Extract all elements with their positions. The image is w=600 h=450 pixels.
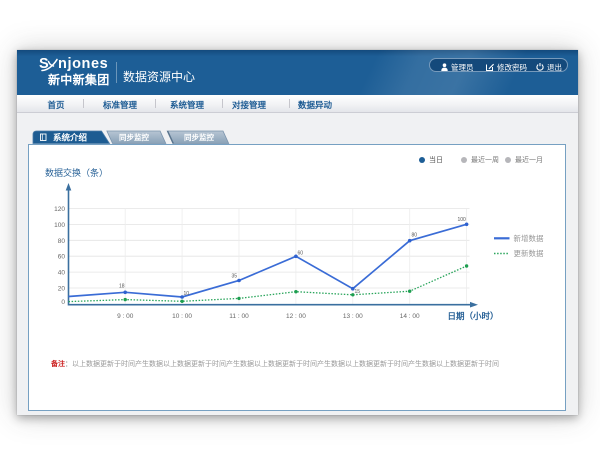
svg-text:更新数据: 更新数据 (514, 248, 544, 258)
svg-text:60: 60 (58, 254, 66, 261)
svg-text:80: 80 (412, 232, 418, 238)
svg-text:12 : 00: 12 : 00 (286, 313, 306, 320)
svg-text:11 : 00: 11 : 00 (229, 313, 249, 320)
svg-text:数据交换（条）: 数据交换（条） (45, 167, 108, 178)
svg-text:18: 18 (119, 284, 125, 290)
svg-text:13 : 00: 13 : 00 (343, 313, 363, 320)
svg-text:120: 120 (54, 206, 65, 213)
svg-text:14 : 00: 14 : 00 (400, 313, 420, 320)
svg-text:系统介绍: 系统介绍 (53, 133, 88, 143)
svg-text:40: 40 (58, 270, 66, 277)
svg-text:日期（小时）: 日期（小时） (448, 311, 499, 321)
svg-text:新增数据: 新增数据 (514, 233, 544, 243)
svg-text:15: 15 (355, 289, 361, 295)
svg-text:20: 20 (58, 286, 66, 293)
svg-text:10 : 00: 10 : 00 (172, 313, 192, 320)
svg-text:80: 80 (58, 238, 66, 245)
svg-text:同步监控: 同步监控 (184, 132, 214, 142)
svg-text:100: 100 (54, 222, 65, 229)
svg-text:9 : 00: 9 : 00 (117, 313, 134, 320)
svg-text:同步监控: 同步监控 (119, 132, 149, 142)
svg-text:100: 100 (458, 217, 467, 223)
svg-text:60: 60 (298, 250, 304, 256)
svg-text:10: 10 (184, 291, 190, 297)
svg-text:0: 0 (61, 299, 65, 306)
svg-text:35: 35 (232, 273, 238, 279)
